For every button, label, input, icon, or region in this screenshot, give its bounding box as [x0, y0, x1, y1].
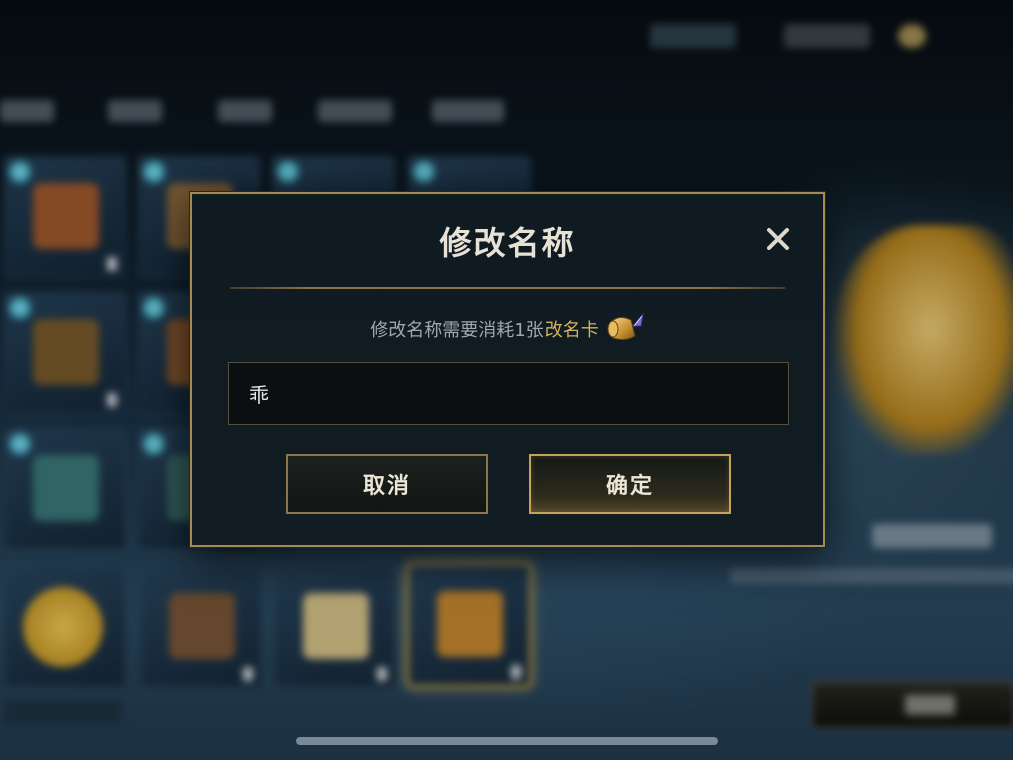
- cancel-button[interactable]: 取消: [286, 454, 488, 514]
- rename-dialog: 修改名称 修改名称需要消耗1张 改名卡 乖 取消 确定: [190, 192, 825, 547]
- dialog-title: 修改名称: [439, 224, 576, 262]
- close-icon: [767, 228, 789, 250]
- close-button[interactable]: [761, 222, 795, 256]
- confirm-button[interactable]: 确定: [529, 454, 731, 514]
- cost-notice: 修改名称需要消耗1张 改名卡: [192, 312, 823, 346]
- name-input[interactable]: [228, 362, 789, 425]
- cost-text: 修改名称需要消耗1张: [370, 320, 544, 341]
- rename-scroll-icon: [605, 312, 645, 346]
- rename-card-label: 改名卡: [544, 320, 599, 341]
- title-divider: [230, 287, 785, 289]
- home-indicator[interactable]: [296, 737, 718, 745]
